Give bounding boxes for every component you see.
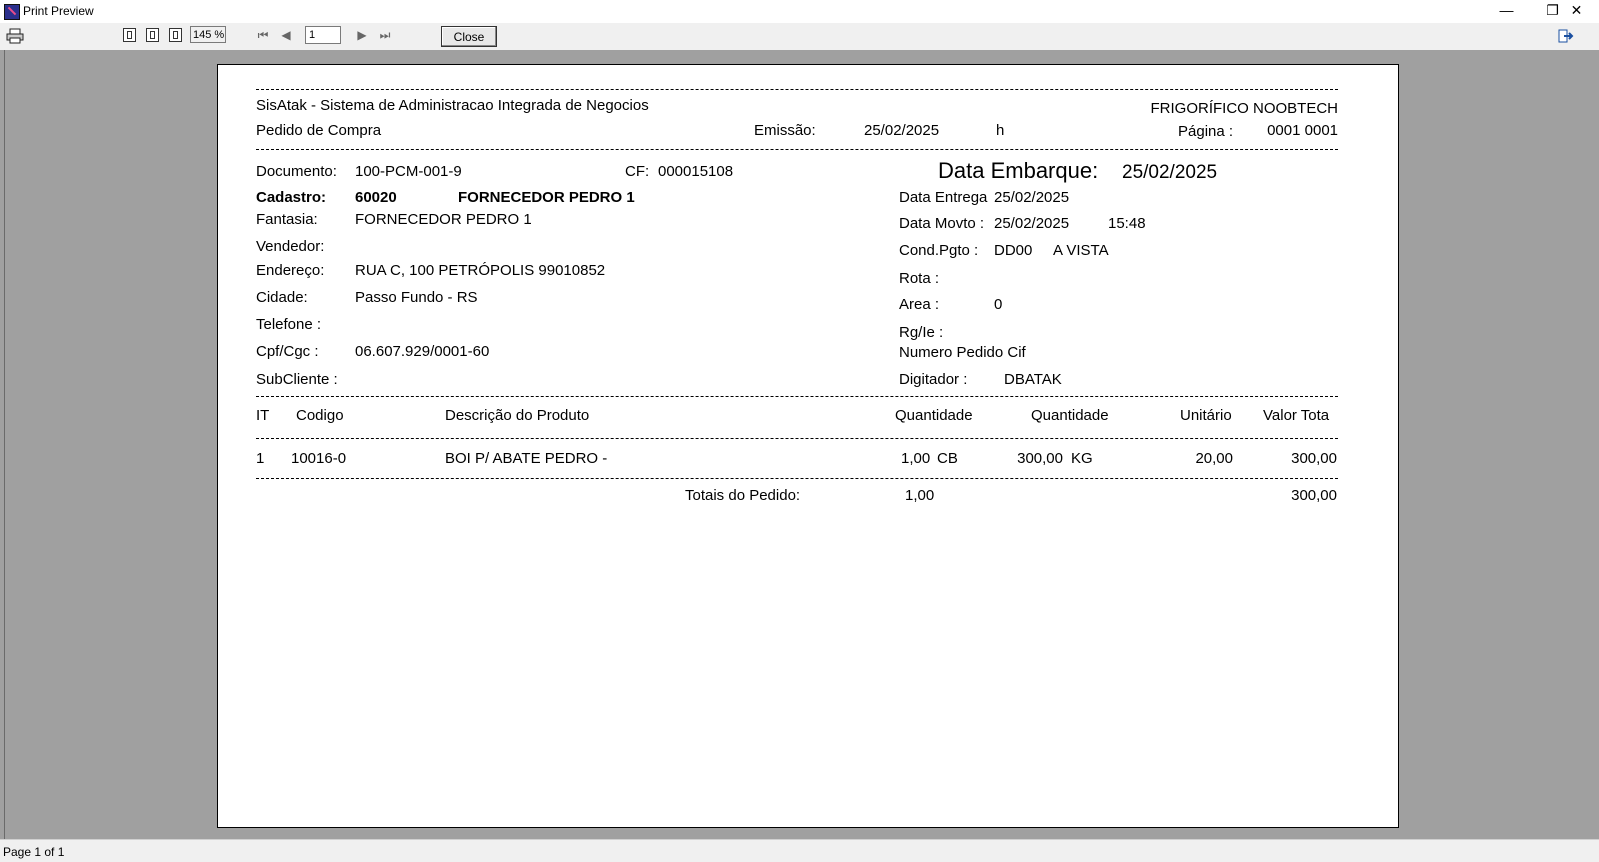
window-title: Print Preview xyxy=(23,4,94,18)
rota-label: Rota : xyxy=(899,270,940,287)
row-qtd1: 1,00 xyxy=(901,450,931,467)
minimize-button[interactable]: — xyxy=(1484,0,1529,23)
cpf-value: 06.607.929/0001-60 xyxy=(355,343,490,360)
emissao-value: 25/02/2025 xyxy=(864,122,940,139)
row-unitario: 20,00 xyxy=(1195,450,1233,467)
condpgto-label: Cond.Pgto : xyxy=(899,242,979,259)
col-header-codigo: Codigo xyxy=(296,407,344,424)
pagina-label: Página : xyxy=(1178,123,1234,140)
row-un1: CB xyxy=(937,450,958,467)
last-page-icon[interactable]: ⏭ xyxy=(378,27,392,43)
rgie-label: Rg/Ie : xyxy=(899,324,944,341)
page-status: Page 1 of 1 xyxy=(3,845,65,859)
row-un2: KG xyxy=(1071,450,1093,467)
fantasia-value: FORNECEDOR PEDRO 1 xyxy=(355,211,532,228)
digitador-label: Digitador : xyxy=(899,371,968,388)
cadastro-label: Cadastro: xyxy=(256,189,327,206)
row-qtd2: 300,00 xyxy=(1017,450,1063,467)
numero-cif-label: Numero Pedido Cif xyxy=(899,344,1026,361)
fantasia-label: Fantasia: xyxy=(256,211,318,228)
cf-value: 000015108 xyxy=(658,163,734,180)
telefone-label: Telefone : xyxy=(256,316,322,333)
cpf-label: Cpf/Cgc : xyxy=(256,343,319,360)
condpgto-desc: A VISTA xyxy=(1053,242,1109,259)
divider xyxy=(256,478,1338,479)
subcliente-label: SubCliente : xyxy=(256,371,338,388)
documento-label: Documento: xyxy=(256,163,337,180)
digitador-value: DBATAK xyxy=(1004,371,1062,388)
title-bar: Print Preview — ❐ ✕ xyxy=(0,0,1599,24)
area-value: 0 xyxy=(994,296,1003,313)
endereco-label: Endereço: xyxy=(256,262,325,279)
row-valor-total: 300,00 xyxy=(1291,450,1337,467)
company-name: FRIGORÍFICO NOOBTECH xyxy=(1150,100,1339,117)
report-page: SisAtak - Sistema de Administracao Integ… xyxy=(217,64,1399,828)
printer-icon[interactable] xyxy=(6,28,24,44)
col-header-it: IT xyxy=(256,407,270,424)
status-bar: Page 1 of 1 xyxy=(0,839,1599,862)
preview-frame: SisAtak - Sistema de Administracao Integ… xyxy=(4,50,1596,839)
cidade-label: Cidade: xyxy=(256,289,308,306)
close-button[interactable]: Close xyxy=(441,26,497,47)
divider xyxy=(256,89,1338,90)
col-header-descricao: Descrição do Produto xyxy=(445,407,590,424)
document-type: Pedido de Compra xyxy=(256,122,382,139)
totals-label: Totais do Pedido: xyxy=(685,487,801,504)
endereco-value: RUA C, 100 PETRÓPOLIS 99010852 xyxy=(355,262,606,279)
movto-time: 15:48 xyxy=(1108,215,1146,232)
full-page-view-icon[interactable] xyxy=(169,28,182,42)
col-header-quantidade: Quantidade xyxy=(895,407,973,424)
divider xyxy=(256,149,1338,150)
area-label: Area : xyxy=(899,296,940,313)
row-descricao: BOI P/ ABATE PEDRO - xyxy=(445,450,608,467)
row-codigo: 10016-0 xyxy=(291,450,347,467)
col-header-quantidade-kg: Quantidade xyxy=(1031,407,1109,424)
vendedor-label: Vendedor: xyxy=(256,238,325,255)
toolbar: 145 % ⏮ ◀ ▶ ⏭ Close xyxy=(0,23,1599,50)
next-page-icon[interactable]: ▶ xyxy=(355,27,369,43)
previous-page-icon[interactable]: ◀ xyxy=(279,27,293,43)
system-name: SisAtak - Sistema de Administracao Integ… xyxy=(256,97,649,114)
embarque-value: 25/02/2025 xyxy=(1122,162,1218,183)
emissao-label: Emissão: xyxy=(754,122,816,139)
cadastro-name: FORNECEDOR PEDRO 1 xyxy=(458,189,635,206)
one-page-view-icon[interactable] xyxy=(123,28,136,42)
page-width-view-icon[interactable] xyxy=(146,28,159,42)
divider xyxy=(256,438,1338,439)
first-page-icon[interactable]: ⏮ xyxy=(256,27,270,43)
page-number-input[interactable] xyxy=(305,26,341,44)
totals-quantidade: 1,00 xyxy=(905,487,935,504)
entrega-value: 25/02/2025 xyxy=(994,189,1070,206)
close-window-button[interactable]: ✕ xyxy=(1554,0,1599,23)
totals-valor: 300,00 xyxy=(1291,487,1337,504)
hora-label: h xyxy=(996,122,1005,139)
pagina-value: 0001 0001 xyxy=(1267,122,1338,139)
cadastro-code: 60020 xyxy=(355,189,397,206)
preview-area[interactable]: SisAtak - Sistema de Administracao Integ… xyxy=(0,50,1599,839)
col-header-valor-total: Valor Tota xyxy=(1263,407,1330,424)
movto-value: 25/02/2025 xyxy=(994,215,1070,232)
embarque-label: Data Embarque: xyxy=(938,158,1099,183)
zoom-level-field[interactable]: 145 % xyxy=(190,26,226,43)
cidade-value: Passo Fundo - RS xyxy=(355,289,478,306)
row-it: 1 xyxy=(256,450,265,467)
divider xyxy=(256,396,1338,397)
entrega-label: Data Entrega xyxy=(899,189,988,206)
documento-value: 100-PCM-001-9 xyxy=(355,163,462,180)
condpgto-code: DD00 xyxy=(994,242,1033,259)
app-icon xyxy=(4,4,20,20)
exit-icon[interactable] xyxy=(1558,28,1574,44)
col-header-unitario: Unitário xyxy=(1180,407,1232,424)
cf-label: CF: xyxy=(625,163,650,180)
movto-label: Data Movto : xyxy=(899,215,985,232)
